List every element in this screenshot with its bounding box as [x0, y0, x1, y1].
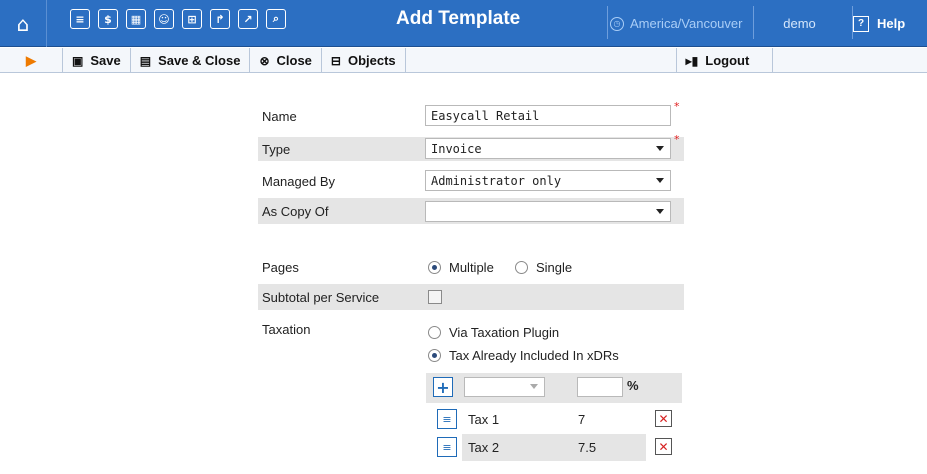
save-close-label: Save & Close: [158, 53, 241, 68]
top-bar: ⌂ ≡ $ ▦ ☺ ⊞ ↱ ↗ ⌕ Add Template ◷ America…: [0, 0, 927, 47]
tax-row-menu-icon[interactable]: ≡: [437, 437, 457, 457]
timezone-label: America/Vancouver: [630, 16, 743, 31]
pages-option-single: Single: [536, 260, 573, 275]
save-button[interactable]: ▣ Save: [63, 48, 131, 73]
chevron-down-icon: [656, 178, 664, 183]
help-icon: ?: [853, 15, 869, 32]
chevron-down-icon: [656, 209, 664, 214]
name-field[interactable]: Easycall Retail: [425, 105, 671, 126]
close-label: Close: [276, 53, 312, 68]
user-name[interactable]: demo: [754, 0, 845, 47]
objects-icon: ⊟: [330, 53, 341, 68]
taxation-included-radio[interactable]: Tax Already Included In xDRs: [428, 348, 619, 363]
type-select[interactable]: Invoice: [425, 138, 671, 159]
logout-icon: ▸▮: [685, 53, 699, 68]
taxation-label: Taxation: [262, 321, 311, 337]
tax-rate-input[interactable]: [577, 377, 623, 397]
chart-icon[interactable]: ↗: [238, 9, 258, 29]
managed-by-label: Managed By: [262, 173, 335, 189]
person-icon[interactable]: ☺: [154, 9, 174, 29]
save-label: Save: [90, 53, 121, 68]
expand-arrow-icon[interactable]: ▶: [0, 48, 63, 73]
home-icon[interactable]: ⌂: [0, 0, 47, 47]
clock-icon: ◷: [610, 16, 624, 31]
toolbar: ▶ ▣ Save ▤ Save & Close ⊗ Close ⊟ Objects ▸▮…: [0, 48, 927, 73]
toolbar-spacer: [406, 48, 677, 72]
taxation-plugin-radio[interactable]: Via Taxation Plugin: [428, 325, 559, 340]
as-copy-of-select[interactable]: [425, 201, 671, 222]
subtotal-label: Subtotal per Service: [262, 289, 380, 305]
module-icons: ≡ $ ▦ ☺ ⊞ ↱ ↗ ⌕: [70, 9, 286, 29]
managed-by-select[interactable]: Administrator only: [425, 170, 671, 191]
managed-by-value: Administrator only: [431, 173, 562, 188]
modules-icon[interactable]: ⊞: [182, 9, 202, 29]
as-copy-of-label: As Copy Of: [262, 203, 329, 219]
logout-label: Logout: [705, 53, 750, 68]
close-icon: ⊗: [259, 53, 270, 68]
objects-button[interactable]: ⊟ Objects: [322, 48, 406, 73]
radio-icon: [515, 261, 528, 274]
tax-name: Tax 1: [468, 412, 500, 427]
radio-icon: [428, 326, 441, 339]
search-icon[interactable]: ⌕: [266, 9, 286, 29]
close-button[interactable]: ⊗ Close: [250, 48, 322, 73]
dollar-icon[interactable]: $: [98, 9, 118, 29]
floppy-icon: ▣: [72, 53, 84, 68]
add-tax-button[interactable]: +: [433, 377, 453, 397]
grid-icon[interactable]: ▦: [126, 9, 146, 29]
pages-multiple-radio[interactable]: Multiple: [428, 260, 494, 275]
type-label: Type: [262, 141, 291, 157]
radio-selected-icon: [428, 349, 441, 362]
name-label: Name: [262, 108, 297, 124]
tax-rate: 7: [578, 412, 586, 427]
help-button[interactable]: ? Help: [853, 0, 927, 47]
delete-icon[interactable]: ✕: [655, 438, 672, 455]
pages-option-multiple: Multiple: [449, 260, 494, 275]
chevron-down-icon: [530, 384, 538, 389]
objects-label: Objects: [347, 53, 396, 68]
tax-name: Tax 2: [468, 440, 500, 455]
divider: [607, 6, 608, 39]
taxation-option-plugin: Via Taxation Plugin: [449, 325, 560, 340]
help-label: Help: [877, 16, 906, 31]
save-close-button[interactable]: ▤ Save & Close: [131, 48, 251, 73]
tax-rate: 7.5: [578, 440, 597, 455]
pages-label: Pages: [262, 259, 299, 275]
taxation-option-included: Tax Already Included In xDRs: [449, 348, 619, 363]
chevron-down-icon: [656, 146, 664, 151]
page-title: Add Template: [396, 8, 521, 29]
percent-sign: %: [627, 378, 639, 393]
floppy-icon: ▤: [139, 53, 152, 68]
tax-name-select[interactable]: [464, 377, 545, 397]
subtotal-checkbox[interactable]: [428, 290, 442, 304]
delete-icon[interactable]: ✕: [655, 410, 672, 427]
export-icon[interactable]: ↱: [210, 9, 230, 29]
pages-single-radio[interactable]: Single: [515, 260, 572, 275]
type-value: Invoice: [431, 141, 482, 156]
radio-selected-icon: [428, 261, 441, 274]
required-marker: *: [674, 100, 680, 113]
tax-row-menu-icon[interactable]: ≡: [437, 409, 457, 429]
list-icon[interactable]: ≡: [70, 9, 90, 29]
required-marker: *: [674, 133, 680, 146]
logout-button[interactable]: ▸▮ Logout: [677, 48, 773, 73]
timezone[interactable]: ◷ America/Vancouver: [610, 0, 753, 47]
